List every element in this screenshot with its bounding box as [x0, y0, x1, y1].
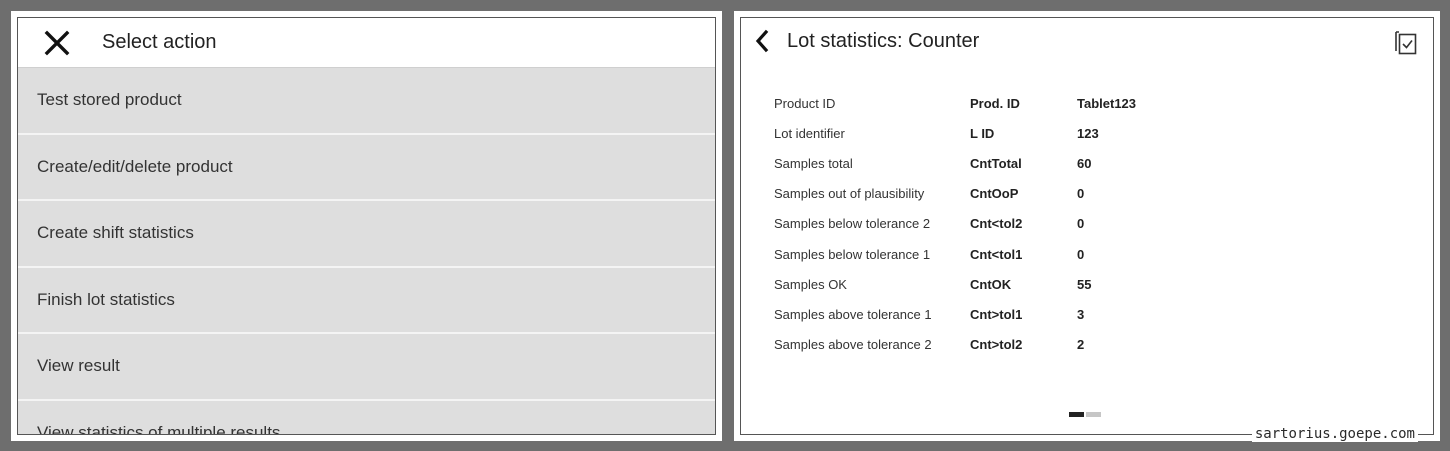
page-indicator-active[interactable]	[1069, 412, 1084, 417]
select-action-title: Select action	[102, 31, 217, 53]
action-item-test-stored-product[interactable]: Test stored product	[18, 68, 715, 135]
row-label: Samples OK	[774, 276, 847, 292]
row-label: Samples above tolerance 1	[774, 306, 932, 322]
row-value: 60	[1077, 155, 1092, 171]
table-row: Samples total CntTotal 60	[774, 148, 1136, 178]
select-action-panel: Select action Test stored product Create…	[11, 11, 722, 441]
row-label: Samples total	[774, 155, 853, 171]
lot-statistics-table: Product ID Prod. ID Tablet123 Lot identi…	[774, 88, 1136, 360]
export-button[interactable]	[1393, 28, 1419, 56]
row-label: Product ID	[774, 95, 836, 111]
table-row: Samples below tolerance 2 Cnt<tol2 0	[774, 209, 1136, 239]
chevron-left-icon	[755, 29, 769, 53]
row-value: 3	[1077, 306, 1085, 322]
lot-statistics-header: Lot statistics: Counter	[741, 18, 1433, 64]
row-code: Cnt<tol2	[970, 216, 1023, 232]
row-code: CntOoP	[970, 186, 1019, 202]
row-code: L ID	[970, 125, 995, 141]
table-row: Samples below tolerance 1 Cnt<tol1 0	[774, 239, 1136, 269]
row-label: Samples out of plausibility	[774, 186, 925, 202]
table-row: Lot identifier L ID 123	[774, 118, 1136, 148]
row-code: Cnt>tol2	[970, 337, 1023, 353]
table-row: Product ID Prod. ID Tablet123	[774, 88, 1136, 118]
row-code: CntOK	[970, 276, 1012, 292]
watermark: sartorius.goepe.com	[1251, 426, 1418, 442]
select-action-header: Select action	[18, 18, 715, 68]
row-label: Samples above tolerance 2	[774, 337, 932, 353]
select-action-inner: Select action Test stored product Create…	[18, 18, 715, 434]
lot-statistics-panel: Lot statistics: Counter Product ID Prod.…	[734, 11, 1440, 441]
action-item-view-result[interactable]: View result	[18, 334, 715, 401]
row-code: Prod. ID	[970, 95, 1020, 111]
table-row: Samples above tolerance 2 Cnt>tol2 2	[774, 330, 1136, 360]
table-row: Samples above tolerance 1 Cnt>tol1 3	[774, 299, 1136, 329]
row-code: Cnt>tol1	[970, 306, 1023, 322]
action-item-finish-lot-statistics[interactable]: Finish lot statistics	[18, 267, 715, 334]
row-code: Cnt<tol1	[970, 246, 1023, 262]
row-value: 0	[1077, 186, 1085, 202]
action-item-create-edit-delete-product[interactable]: Create/edit/delete product	[18, 134, 715, 201]
close-button[interactable]	[40, 26, 74, 60]
row-value: 0	[1077, 246, 1085, 262]
row-code: CntTotal	[970, 155, 1022, 171]
row-value: 0	[1077, 216, 1085, 232]
row-value: 2	[1077, 337, 1085, 353]
row-label: Samples below tolerance 1	[774, 246, 931, 262]
lot-statistics-inner: Lot statistics: Counter Product ID Prod.…	[741, 18, 1433, 434]
lot-statistics-title: Lot statistics: Counter	[787, 29, 980, 52]
row-label: Samples below tolerance 2	[774, 216, 931, 232]
table-row: Samples OK CntOK 55	[774, 269, 1136, 299]
page-indicator	[1069, 412, 1101, 417]
page-indicator-inactive[interactable]	[1086, 412, 1101, 417]
table-row: Samples out of plausibility CntOoP 0	[774, 179, 1136, 209]
row-value: 55	[1077, 276, 1092, 292]
close-icon	[44, 30, 70, 55]
row-value: Tablet123	[1077, 95, 1137, 111]
row-label: Lot identifier	[774, 125, 845, 141]
back-button[interactable]	[751, 28, 773, 54]
action-item-view-statistics-multiple[interactable]: View statistics of multiple results	[18, 400, 715, 434]
row-value: 123	[1077, 125, 1099, 141]
action-item-create-shift-statistics[interactable]: Create shift statistics	[18, 201, 715, 268]
document-check-icon	[1395, 31, 1417, 55]
